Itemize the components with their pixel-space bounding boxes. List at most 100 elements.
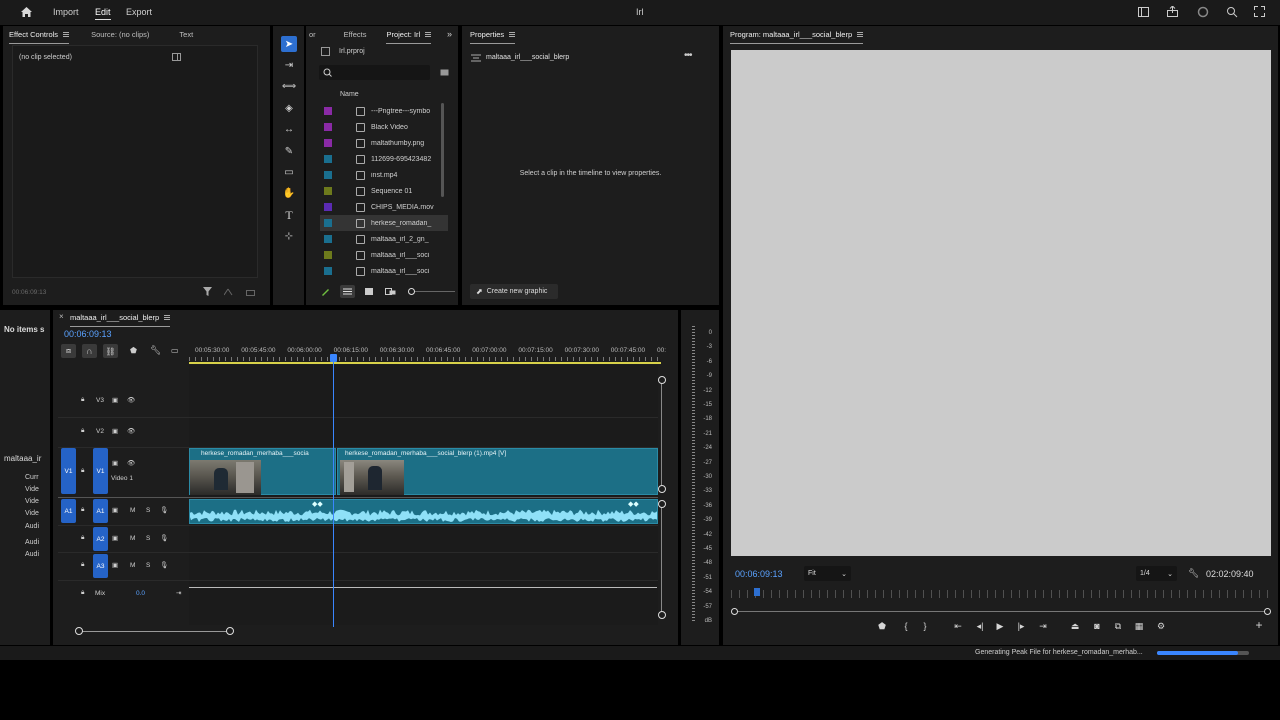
new-bin-icon[interactable]	[440, 68, 449, 76]
marker-icon[interactable]: ⬟	[130, 346, 137, 355]
timeline-vscroll-bottom[interactable]	[661, 505, 662, 615]
sync-a3-icon[interactable]: ▣	[112, 561, 118, 569]
project-item[interactable]: maltathumby.png	[320, 135, 448, 151]
panel-toggle-icon[interactable]	[172, 53, 181, 61]
label-color-swatch[interactable]	[324, 155, 332, 163]
hscroll-handle-right[interactable]	[226, 627, 234, 635]
share-icon[interactable]	[1167, 6, 1178, 17]
selection-tool-icon[interactable]: ➤	[281, 36, 297, 52]
slip-icon[interactable]: ↔	[281, 121, 297, 137]
project-scrollbar[interactable]	[441, 103, 444, 197]
tab-project[interactable]: Project: Irl	[378, 30, 439, 44]
program-zoom-handle-right[interactable]	[1264, 608, 1271, 615]
project-item[interactable]: Sequence 01	[320, 183, 448, 199]
label-color-swatch[interactable]	[324, 139, 332, 147]
eye-v2-icon[interactable]: 👁︎	[127, 427, 135, 435]
go-to-in-icon[interactable]: ⇤	[951, 621, 965, 632]
create-new-graphic-button[interactable]: ⬈ Create new graphic	[470, 284, 558, 299]
program-video-frame[interactable]	[731, 50, 1271, 556]
solo-a3-button[interactable]: S	[146, 562, 150, 569]
audio-clip-a1[interactable]: ◆◆ ◆◆	[189, 499, 658, 524]
vscroll-handle-4[interactable]	[658, 611, 666, 619]
work-area-bar[interactable]	[189, 362, 661, 364]
lock-a1-icon[interactable]: 🔒︎	[81, 506, 84, 514]
label-color-swatch[interactable]	[324, 187, 332, 195]
lift-icon[interactable]: ⏏	[1068, 621, 1082, 632]
mute-a2-button[interactable]: M	[130, 535, 135, 542]
sync-a1-icon[interactable]: ▣	[112, 506, 118, 514]
track-target-v1[interactable]: V1	[93, 448, 108, 494]
expand-panels-icon[interactable]: »	[447, 29, 452, 39]
video-clip-2[interactable]: herkese_romadan_merhaba___social_blerp (…	[337, 448, 658, 495]
timeline-settings-icon[interactable]: 🔧︎	[150, 345, 161, 356]
mic-a1-icon[interactable]: 🎙︎	[160, 506, 168, 514]
label-color-swatch[interactable]	[324, 171, 332, 179]
vscroll-handle-3[interactable]	[658, 500, 666, 508]
label-color-swatch[interactable]	[324, 251, 332, 259]
hand-icon[interactable]: ✋	[281, 185, 297, 201]
eye-v3-icon[interactable]: 👁︎	[127, 396, 135, 404]
project-item[interactable]: 112699-695423482	[320, 151, 448, 167]
zoom-slider[interactable]	[411, 291, 455, 292]
icon-view-icon[interactable]	[365, 288, 373, 295]
label-color-swatch[interactable]	[324, 203, 332, 211]
solo-a2-button[interactable]: S	[146, 535, 150, 542]
play-icon[interactable]: ▶	[993, 621, 1007, 632]
timeline-hscroll[interactable]	[79, 631, 230, 632]
tab-or[interactable]: or	[301, 30, 324, 39]
tab-effects[interactable]: Effects	[336, 30, 375, 39]
camera-icon[interactable]: ◙	[1090, 621, 1104, 631]
project-item[interactable]: inst.mp4	[320, 167, 448, 183]
label-color-swatch[interactable]	[324, 235, 332, 243]
mark-in-icon[interactable]: {	[899, 621, 913, 631]
label-color-swatch[interactable]	[324, 123, 332, 131]
lock-a3-icon[interactable]: 🔒︎	[81, 561, 84, 569]
sync-a2-icon[interactable]: ▣	[112, 534, 118, 542]
tab-sequence[interactable]: maltaaa_irl___social_blerp	[62, 313, 178, 327]
ripple-edit-icon[interactable]: ⟺	[281, 78, 297, 94]
hscroll-handle-left[interactable]	[75, 627, 83, 635]
razor-icon[interactable]: ◈	[281, 100, 297, 116]
program-playhead[interactable]	[754, 588, 760, 596]
eye-v1-icon[interactable]: 👁︎	[127, 459, 135, 467]
source-patch-a1[interactable]: A1	[61, 499, 76, 523]
multicam-icon[interactable]: ▦	[1132, 621, 1146, 632]
vscroll-handle-2[interactable]	[658, 485, 666, 493]
project-item[interactable]: ---Pngtree---symbo	[320, 103, 448, 119]
filter-icon[interactable]	[203, 287, 212, 296]
insert-sequence-icon[interactable]: ⧈	[61, 344, 76, 358]
tab-program[interactable]: Program: maltaaa_irl___social_blerp	[722, 30, 871, 44]
list-view-icon[interactable]	[340, 285, 355, 298]
mute-a1-button[interactable]: M	[130, 507, 135, 514]
track-select-icon[interactable]: ⇥	[281, 57, 297, 73]
program-timecode[interactable]: 00:06:09:13	[735, 569, 783, 579]
timeline-timecode[interactable]: 00:06:09:13	[64, 329, 112, 339]
project-item[interactable]: maltaaa_irl___soci	[320, 247, 448, 263]
mute-a3-button[interactable]: M	[130, 562, 135, 569]
zoom-slider-handle[interactable]	[408, 288, 415, 295]
snap-icon[interactable]: ∩	[82, 344, 97, 358]
fullscreen-icon[interactable]	[1254, 6, 1265, 17]
loop-icon[interactable]	[246, 288, 255, 296]
menu-export[interactable]: Export	[126, 7, 152, 17]
go-to-out-icon[interactable]: ⇥	[1036, 621, 1050, 632]
source-patch-v1[interactable]: V1	[61, 448, 76, 494]
project-item[interactable]: maltaaa_irl___soci	[320, 263, 448, 279]
export-icon[interactable]	[224, 288, 233, 296]
lock-v3-icon[interactable]: 🔒︎	[81, 396, 84, 404]
tab-text[interactable]: Text	[171, 30, 201, 39]
add-marker-icon[interactable]: ⬟	[875, 621, 889, 632]
step-forward-icon[interactable]: |▸	[1014, 621, 1028, 632]
menu-edit[interactable]: Edit	[95, 7, 111, 17]
more-options-icon[interactable]: •••	[684, 50, 692, 61]
lock-v1-icon[interactable]: 🔒︎	[81, 467, 84, 475]
track-target-a1[interactable]: A1	[93, 499, 108, 523]
project-search-input[interactable]	[319, 65, 430, 80]
lock-v2-icon[interactable]: 🔒︎	[81, 427, 84, 435]
label-color-swatch[interactable]	[324, 107, 332, 115]
program-zoom-bar[interactable]	[734, 611, 1268, 612]
add-button-icon[interactable]: +	[1252, 618, 1266, 632]
caption-icon[interactable]: ⊹	[281, 228, 297, 244]
project-item[interactable]: CHIPS_MEDIA.mov	[320, 199, 448, 215]
workspace-icon[interactable]	[1138, 7, 1149, 17]
